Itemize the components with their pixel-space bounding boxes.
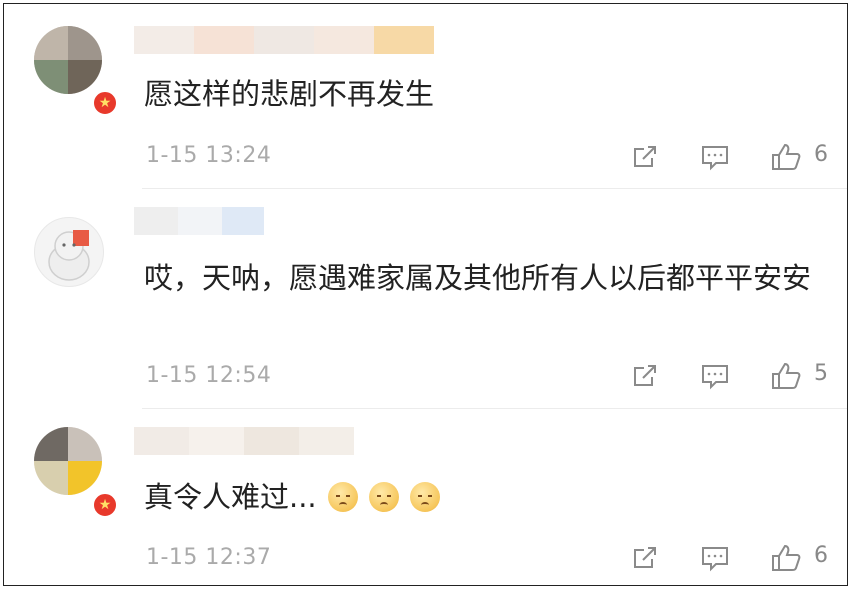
comment-text: 真令人难过...	[144, 475, 824, 520]
avatar[interactable]	[34, 26, 102, 94]
sad-face-emoji-icon	[410, 482, 441, 512]
like-count: 6	[814, 543, 828, 568]
comment-time: 1-15 13:24	[146, 143, 272, 168]
share-icon[interactable]	[630, 543, 660, 577]
reply-icon[interactable]	[700, 543, 730, 577]
comment-list: ★ 愿这样的悲剧不再发生 1-15 13:24 6 哎，天呐，愿遇难家属及其他所…	[3, 3, 848, 586]
avatar[interactable]	[34, 427, 102, 495]
like-count: 5	[814, 361, 828, 386]
comment-item: ★ 真令人难过... 1-15 12:37 6	[4, 409, 847, 585]
thumbs-up-icon[interactable]	[770, 361, 802, 395]
thumbs-up-icon[interactable]	[770, 142, 802, 176]
sad-face-emoji-icon	[327, 482, 358, 512]
username-blurred[interactable]	[134, 207, 264, 235]
comment-time: 1-15 12:54	[146, 363, 272, 388]
share-icon[interactable]	[630, 361, 660, 395]
share-icon[interactable]	[630, 142, 660, 176]
avatar[interactable]	[34, 217, 104, 287]
sad-face-emoji-icon	[369, 482, 400, 512]
comment-actions: 5	[630, 361, 830, 391]
username-blurred[interactable]	[134, 26, 434, 54]
comment-time: 1-15 12:37	[146, 545, 272, 570]
thumbs-up-icon[interactable]	[770, 543, 802, 577]
comment-text-body: 真令人难过...	[144, 480, 317, 514]
comment-item: ★ 愿这样的悲剧不再发生 1-15 13:24 6	[4, 4, 847, 189]
comment-actions: 6	[630, 142, 830, 172]
verified-badge-icon: ★	[92, 90, 118, 116]
comment-actions: 6	[630, 543, 830, 573]
comment-item: 哎，天呐，愿遇难家属及其他所有人以后都平平安安 1-15 12:54 5	[4, 189, 847, 409]
reply-icon[interactable]	[700, 142, 730, 176]
reply-icon[interactable]	[700, 361, 730, 395]
comment-text: 哎，天呐，愿遇难家属及其他所有人以后都平平安安	[144, 261, 812, 295]
comment-text: 愿这样的悲剧不再发生	[144, 77, 435, 111]
like-count: 6	[814, 142, 828, 167]
verified-badge-icon: ★	[92, 492, 118, 518]
username-blurred[interactable]	[134, 427, 354, 455]
